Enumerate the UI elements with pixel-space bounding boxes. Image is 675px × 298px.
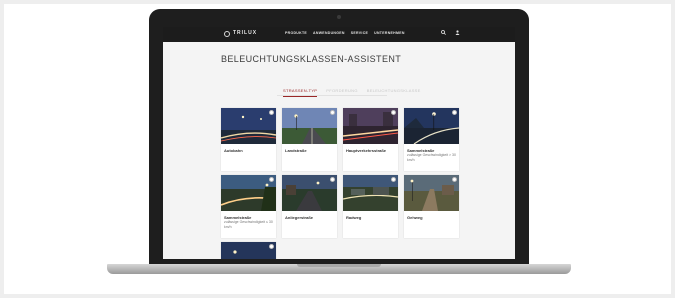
card-note: zulässige Geschwindigkeit ≤ 30 km/h xyxy=(224,220,273,229)
tab-strassen-typ[interactable]: STRASSEN-TYP xyxy=(283,88,318,97)
road-photo xyxy=(343,108,398,144)
logo-icon[interactable] xyxy=(224,31,230,37)
main-nav: PRODUKTE ANWENDUNGEN SERVICE UNTERNEHMEN xyxy=(285,31,405,35)
laptop-notch xyxy=(297,264,381,267)
nav-item-produkte[interactable]: PRODUKTE xyxy=(285,31,307,35)
nav-item-unternehmen[interactable]: UNTERNEHMEN xyxy=(374,31,405,35)
select-radio[interactable] xyxy=(269,110,274,115)
nav-item-anwendungen[interactable]: ANWENDUNGEN xyxy=(313,31,345,35)
road-photo xyxy=(404,175,459,211)
road-photo xyxy=(221,242,276,259)
card-hauptverkehrsstrasse[interactable]: Hauptverkehrsstraße xyxy=(343,108,398,171)
card-title: Autobahn xyxy=(224,148,243,153)
road-photo xyxy=(221,108,276,144)
wizard-steps: STRASSEN-TYP PFORDERUNG BELEUCHTUNGSKLAS… xyxy=(283,88,421,97)
camera-icon xyxy=(337,15,341,19)
user-icon[interactable] xyxy=(455,30,460,37)
card-ninth[interactable] xyxy=(221,242,276,259)
card-title: Anliegerstraße xyxy=(285,215,314,220)
road-photo xyxy=(343,175,398,211)
select-radio[interactable] xyxy=(330,110,335,115)
card-title: Gehweg xyxy=(407,215,423,220)
select-radio[interactable] xyxy=(391,110,396,115)
select-radio[interactable] xyxy=(330,177,335,182)
site-header: TRILUX PRODUKTE ANWENDUNGEN SERVICE UNTE… xyxy=(163,27,515,42)
select-radio[interactable] xyxy=(269,177,274,182)
site-logo[interactable]: TRILUX xyxy=(233,30,257,36)
card-anliegerstrasse[interactable]: Anliegerstraße xyxy=(282,175,337,238)
search-icon[interactable] xyxy=(441,30,446,37)
road-photo xyxy=(404,108,459,144)
card-radweg[interactable]: Radweg xyxy=(343,175,398,238)
card-sammelstrasse-fast[interactable]: Sammelstraße zulässige Geschwindigkeit >… xyxy=(404,108,459,171)
road-photo xyxy=(221,175,276,211)
select-radio[interactable] xyxy=(452,177,457,182)
laptop-base xyxy=(107,264,571,274)
page-title: BELEUCHTUNGSKLASSEN-ASSISTENT xyxy=(221,54,402,64)
nav-item-service[interactable]: SERVICE xyxy=(351,31,368,35)
card-landstrasse[interactable]: Landstraße xyxy=(282,108,337,171)
card-note: zulässige Geschwindigkeit > 30 km/h xyxy=(407,153,456,162)
card-title: Landstraße xyxy=(285,148,307,153)
road-photo xyxy=(282,108,337,144)
laptop: TRILUX PRODUKTE ANWENDUNGEN SERVICE UNTE… xyxy=(149,9,529,264)
road-photo xyxy=(282,175,337,211)
select-radio[interactable] xyxy=(269,244,274,249)
tab-beleuchtungsklasse[interactable]: BELEUCHTUNGSKLASSE xyxy=(367,88,421,97)
card-sammelstrasse-slow[interactable]: Sammelstraße zulässige Geschwindigkeit ≤… xyxy=(221,175,276,238)
tab-anforderung[interactable]: PFORDERUNG xyxy=(326,88,357,97)
select-radio[interactable] xyxy=(452,110,457,115)
card-title: Hauptverkehrsstraße xyxy=(346,148,387,153)
card-title: Radweg xyxy=(346,215,362,220)
card-gehweg[interactable]: Gehweg xyxy=(404,175,459,238)
card-autobahn[interactable]: Autobahn xyxy=(221,108,276,171)
select-radio[interactable] xyxy=(391,177,396,182)
laptop-screen: TRILUX PRODUKTE ANWENDUNGEN SERVICE UNTE… xyxy=(163,27,515,259)
